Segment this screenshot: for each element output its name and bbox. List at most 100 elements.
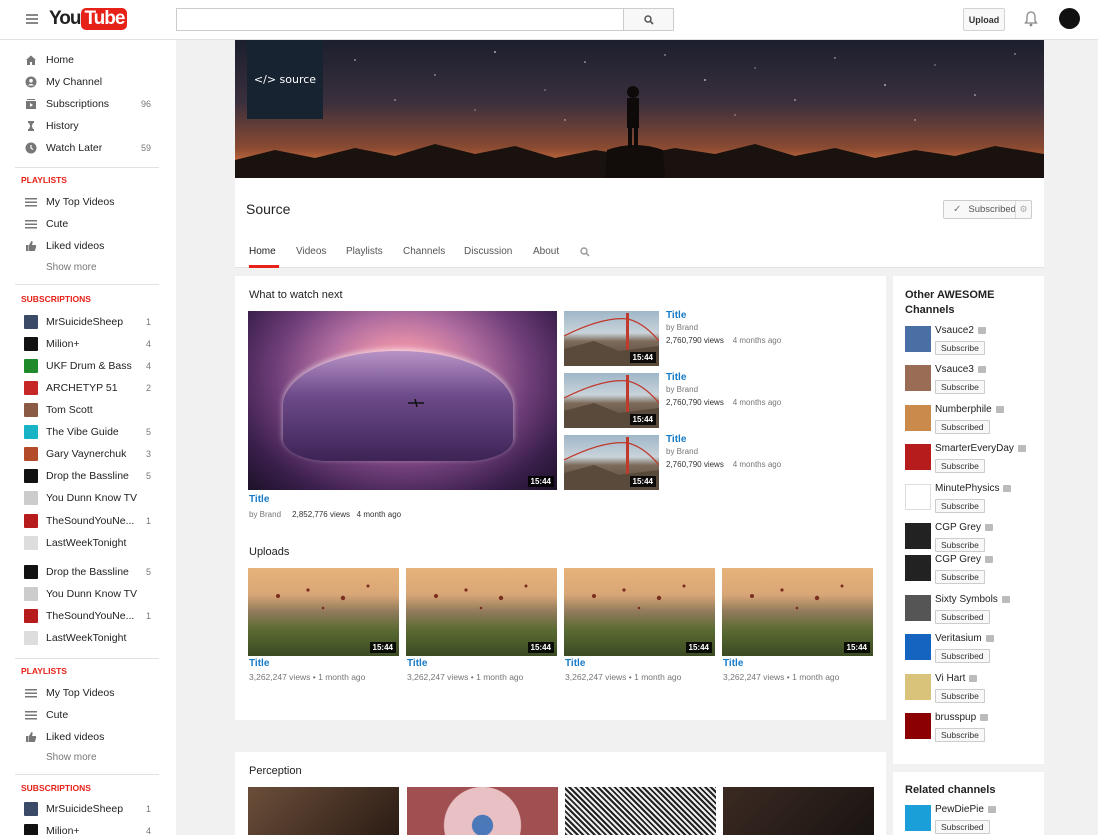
channel-avatar[interactable] <box>905 634 931 660</box>
sidebar-item-you-dunn-know-tv[interactable]: You Dunn Know TV <box>0 487 176 509</box>
sidebar-item-subscriptions[interactable]: Subscriptions 96 <box>0 93 176 115</box>
video-title[interactable]: Title <box>666 310 686 321</box>
channel-avatar[interactable] <box>905 326 931 352</box>
sidebar-item-my-top-videos[interactable]: My Top Videos <box>0 191 176 213</box>
sidebar-item-milion[interactable]: Milion+ 4 <box>0 333 176 355</box>
channel-avatar[interactable] <box>905 405 931 431</box>
sidebar-item-cute[interactable]: Cute <box>0 213 176 235</box>
sidebar-item-archetyp-51[interactable]: ARCHETYP 51 2 <box>0 377 176 399</box>
account-avatar[interactable] <box>1059 8 1080 29</box>
subscribe-button[interactable]: Subscribed <box>935 649 990 663</box>
video-channel[interactable]: by Brand <box>666 447 698 456</box>
show-more-link[interactable]: Show more <box>46 752 97 763</box>
sidebar-item-my-channel[interactable]: My Channel <box>0 71 176 93</box>
sidebar-item-liked-videos[interactable]: Liked videos <box>0 235 176 257</box>
channel-name-link[interactable]: Veritasium <box>935 633 994 644</box>
subscribe-button[interactable]: Subscribe <box>935 499 985 513</box>
tab-playlists[interactable]: Playlists <box>346 246 383 257</box>
channel-name-link[interactable]: PewDiePie <box>935 804 996 815</box>
tab-discussion[interactable]: Discussion <box>464 246 512 257</box>
channel-name-link[interactable]: Vsauce2 <box>935 325 986 336</box>
channel-name-link[interactable]: MinutePhysics <box>935 483 1012 494</box>
video-title[interactable]: Title <box>249 658 269 669</box>
video-channel[interactable]: by Brand <box>666 385 698 394</box>
search-input[interactable] <box>176 8 624 31</box>
perception-thumbnail[interactable] <box>248 787 399 835</box>
perception-thumbnail[interactable] <box>407 787 558 835</box>
video-title[interactable]: Title <box>666 434 686 445</box>
subscribe-button[interactable]: Subscribe <box>935 341 985 355</box>
video-thumbnail[interactable]: 15:44 <box>722 568 873 656</box>
channel-avatar[interactable] <box>905 444 931 470</box>
sidebar-item-milion[interactable]: Milion+ 4 <box>0 820 176 835</box>
featured-video-thumbnail[interactable]: 15:44 <box>248 311 557 490</box>
subscribe-button[interactable]: Subscribed <box>935 420 990 434</box>
tab-search-icon[interactable] <box>580 247 590 260</box>
sidebar-item-thesoundyoune[interactable]: TheSoundYouNe... 1 <box>0 605 176 627</box>
sidebar-item-mrsuicidesheep[interactable]: MrSuicideSheep 1 <box>0 311 176 333</box>
sidebar-item-drop-the-bassline[interactable]: Drop the Bassline 5 <box>0 561 176 583</box>
upload-button[interactable]: Upload <box>963 8 1005 31</box>
video-thumbnail[interactable]: 15:44 <box>406 568 557 656</box>
channel-name-link[interactable]: CGP Grey <box>935 522 993 533</box>
video-title[interactable]: Title <box>565 658 585 669</box>
channel-name-link[interactable]: Numberphile <box>935 404 1004 415</box>
tab-videos[interactable]: Videos <box>296 246 326 257</box>
channel-name-link[interactable]: brusspup <box>935 712 989 723</box>
tab-about[interactable]: About <box>533 246 559 257</box>
video-title[interactable]: Title <box>407 658 427 669</box>
subscribe-button[interactable]: Subscribe <box>935 459 985 473</box>
video-channel[interactable]: by Brand <box>666 323 698 332</box>
channel-name-link[interactable]: Vi Hart <box>935 673 978 684</box>
channel-name-link[interactable]: Vsauce3 <box>935 364 986 375</box>
sidebar-item-home[interactable]: Home <box>0 49 176 71</box>
channel-name-link[interactable]: CGP Grey <box>935 554 993 565</box>
youtube-logo[interactable]: You Tube <box>49 8 128 30</box>
video-title[interactable]: Title <box>723 658 743 669</box>
channel-avatar[interactable] <box>905 523 931 549</box>
tab-home[interactable]: Home <box>249 246 276 257</box>
channel-avatar[interactable] <box>905 555 931 581</box>
channel-avatar[interactable] <box>905 674 931 700</box>
channel-avatar[interactable] <box>905 484 931 510</box>
subscribed-button[interactable]: ✓ Subscribed ⚙ <box>943 200 1032 219</box>
sidebar-item-lastweektonight[interactable]: LastWeekTonight <box>0 532 176 554</box>
subscribe-button[interactable]: Subscribed <box>935 820 990 834</box>
subscribe-button[interactable]: Subscribe <box>935 380 985 394</box>
perception-thumbnail[interactable] <box>565 787 716 835</box>
channel-name-link[interactable]: Sixty Symbols <box>935 594 1010 605</box>
sidebar-item-lastweektonight[interactable]: LastWeekTonight <box>0 627 176 649</box>
video-thumbnail[interactable]: 15:44 <box>564 568 715 656</box>
video-thumbnail[interactable]: 15:44 <box>248 568 399 656</box>
subscribe-button[interactable]: Subscribe <box>935 570 985 584</box>
sidebar-item-history[interactable]: History <box>0 115 176 137</box>
sidebar-item-liked-videos[interactable]: Liked videos <box>0 726 176 748</box>
channel-avatar[interactable] <box>905 365 931 391</box>
channel-name-link[interactable]: SmarterEveryDay <box>935 443 1026 454</box>
sidebar-item-my-top-videos[interactable]: My Top Videos <box>0 682 176 704</box>
notification-bell-icon[interactable] <box>1024 11 1038 30</box>
sidebar-item-gary-vaynerchuk[interactable]: Gary Vaynerchuk 3 <box>0 443 176 465</box>
channel-avatar[interactable] <box>905 713 931 739</box>
subscribe-button[interactable]: Subscribe <box>935 689 985 703</box>
gear-icon[interactable]: ⚙ <box>1015 201 1031 218</box>
sidebar-item-mrsuicidesheep[interactable]: MrSuicideSheep 1 <box>0 798 176 820</box>
featured-video-title[interactable]: Title <box>249 494 269 505</box>
subscribe-button[interactable]: Subscribe <box>935 538 985 552</box>
channel-avatar[interactable] <box>905 595 931 621</box>
sidebar-item-drop-the-bassline[interactable]: Drop the Bassline 5 <box>0 465 176 487</box>
channel-avatar[interactable] <box>905 805 931 831</box>
subscribe-button[interactable]: Subscribed <box>935 610 990 624</box>
sidebar-item-cute[interactable]: Cute <box>0 704 176 726</box>
sidebar-item-thesoundyoune[interactable]: TheSoundYouNe... 1 <box>0 510 176 532</box>
show-more-link[interactable]: Show more <box>46 262 97 273</box>
subscribe-button[interactable]: Subscribe <box>935 728 985 742</box>
menu-icon[interactable] <box>26 14 38 24</box>
sidebar-item-ukf-drum-bass[interactable]: UKF Drum & Bass 4 <box>0 355 176 377</box>
video-title[interactable]: Title <box>666 372 686 383</box>
sidebar-item-the-vibe-guide[interactable]: The Vibe Guide 5 <box>0 421 176 443</box>
video-thumbnail[interactable]: 15:44 <box>564 435 659 490</box>
sidebar-item-you-dunn-know-tv[interactable]: You Dunn Know TV <box>0 583 176 605</box>
sidebar-item-tom-scott[interactable]: Tom Scott <box>0 399 176 421</box>
video-thumbnail[interactable]: 15:44 <box>564 373 659 428</box>
